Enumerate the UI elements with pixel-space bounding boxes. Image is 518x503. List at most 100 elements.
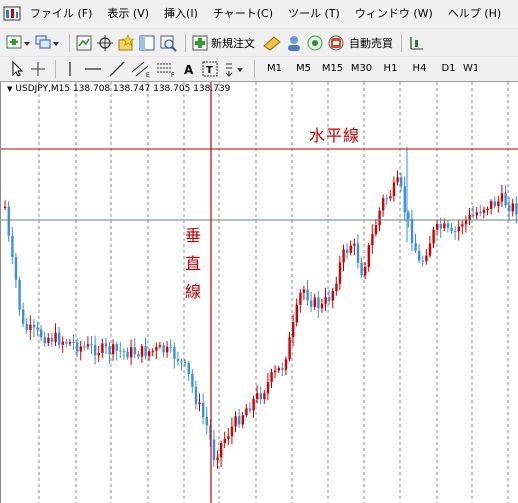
candle-body	[425, 255, 428, 262]
timeframe-w1[interactable]: W1	[463, 58, 477, 80]
trendline-icon	[109, 61, 125, 77]
navigator-icon	[139, 35, 155, 50]
vertical-line-button[interactable]	[61, 58, 79, 80]
candle-body	[414, 243, 417, 251]
period-button[interactable]	[407, 32, 425, 54]
menu-insert[interactable]: 挿入(I)	[156, 0, 205, 28]
candle-body	[40, 329, 43, 338]
candle-body	[122, 351, 126, 353]
candle-body	[292, 322, 295, 338]
candle-body	[299, 292, 302, 305]
timeframe-m1[interactable]: M1	[260, 58, 289, 80]
menu-tools[interactable]: ツール (T)	[280, 0, 347, 28]
candle-body	[302, 289, 306, 293]
svg-text:E: E	[146, 72, 150, 78]
collapse-triangle-icon[interactable]: ▼	[7, 85, 12, 93]
channel-icon: E	[131, 61, 150, 78]
new-chart-button[interactable]	[6, 32, 32, 54]
candle-body	[508, 205, 511, 212]
zoom-button[interactable]	[159, 32, 177, 54]
indicators-button[interactable]	[75, 32, 93, 54]
favorites-button[interactable]	[117, 32, 135, 54]
timeframe-h1[interactable]: H1	[376, 58, 405, 80]
metaeditor-button[interactable]	[262, 32, 282, 54]
crosshair-icon	[97, 34, 113, 51]
profiles-button[interactable]	[35, 32, 61, 54]
candle-body	[245, 408, 248, 416]
crosshair-button[interactable]	[96, 32, 114, 54]
fibo-button[interactable]: F	[155, 58, 177, 80]
standard-toolbar: 新規注文 自動売買	[0, 28, 518, 56]
candle-body	[227, 436, 230, 439]
candle-body	[306, 289, 309, 301]
candle-body	[475, 212, 478, 216]
horizontal-line-button[interactable]	[82, 58, 104, 80]
zoom-icon	[160, 35, 177, 52]
timeframe-h4[interactable]: H4	[405, 58, 434, 80]
candle-body	[367, 245, 370, 267]
candle-body	[421, 260, 424, 262]
indicators-icon	[76, 35, 92, 50]
menu-file[interactable]: ファイル (F)	[22, 0, 99, 28]
candle-body	[194, 386, 198, 405]
candle-body	[220, 443, 223, 458]
vertical-label-char: 直	[185, 254, 202, 273]
user-button[interactable]	[285, 32, 303, 54]
timeframe-m15[interactable]: M15	[318, 58, 347, 80]
candle-body	[443, 223, 446, 229]
candle-body	[349, 245, 352, 253]
candle-body	[76, 342, 79, 352]
candle-body	[133, 347, 136, 355]
new-order-button[interactable]: 新規注文	[191, 32, 255, 54]
candle-body	[277, 368, 280, 371]
horizontal-line-label: 水平線	[309, 126, 361, 145]
svg-text:F: F	[171, 72, 175, 78]
menu-window[interactable]: ウィンドウ (W)	[347, 0, 440, 28]
timeframe-m5[interactable]: M5	[289, 58, 318, 80]
signal-button[interactable]	[306, 32, 324, 54]
arrow-tool-icon	[225, 63, 243, 77]
candle-body	[328, 297, 331, 301]
new-order-icon	[192, 35, 208, 50]
candle-body	[461, 224, 464, 227]
text-tool-button[interactable]: A	[180, 58, 198, 80]
candle-body	[288, 337, 291, 360]
navigator-button[interactable]	[138, 32, 156, 54]
candle-body	[108, 346, 111, 355]
profiles-icon	[35, 35, 59, 48]
channel-button[interactable]: E	[130, 58, 152, 80]
menu-help[interactable]: ヘルプ (H)	[440, 0, 508, 28]
app-icon[interactable]	[2, 4, 22, 24]
candle-body	[173, 347, 176, 360]
cursor-icon	[12, 60, 24, 77]
tools-toolbar: E F A T M1 M5 M15 M30 H1 H4 D1 W1	[0, 56, 518, 82]
candle-body	[256, 393, 259, 400]
toolbar-separator	[69, 33, 70, 52]
candle-body	[374, 225, 378, 235]
candle-body	[382, 198, 385, 211]
auto-trade-button[interactable]: 自動売買	[327, 32, 393, 54]
trendline-button[interactable]	[107, 58, 127, 80]
candle-body	[140, 346, 144, 357]
arrow-tool-button[interactable]	[222, 58, 246, 80]
candle-body	[176, 359, 180, 362]
candle-body	[403, 186, 406, 213]
timeframe-d1[interactable]: D1	[434, 58, 463, 80]
cursor-button[interactable]	[8, 58, 26, 80]
menu-view[interactable]: 表示 (V)	[99, 0, 156, 28]
candle-body	[450, 227, 453, 231]
timeframe-m30[interactable]: M30	[347, 58, 376, 80]
candle-body	[407, 212, 410, 219]
text-icon: A	[184, 63, 194, 77]
candle-body	[83, 346, 86, 348]
candle-body	[241, 415, 244, 425]
candle-body	[263, 393, 266, 400]
chart-window[interactable]: ▼ USDJPY,M15 138.708 138.747 138.705 138.…	[0, 82, 518, 503]
candle-body	[58, 332, 61, 345]
price-chart[interactable]	[1, 82, 518, 503]
menu-charts[interactable]: チャート(C)	[205, 0, 280, 28]
candle-body	[428, 243, 432, 256]
crosshair-tool-button[interactable]	[29, 58, 47, 80]
candle-body	[439, 223, 442, 229]
label-tool-button[interactable]: T	[201, 58, 219, 80]
